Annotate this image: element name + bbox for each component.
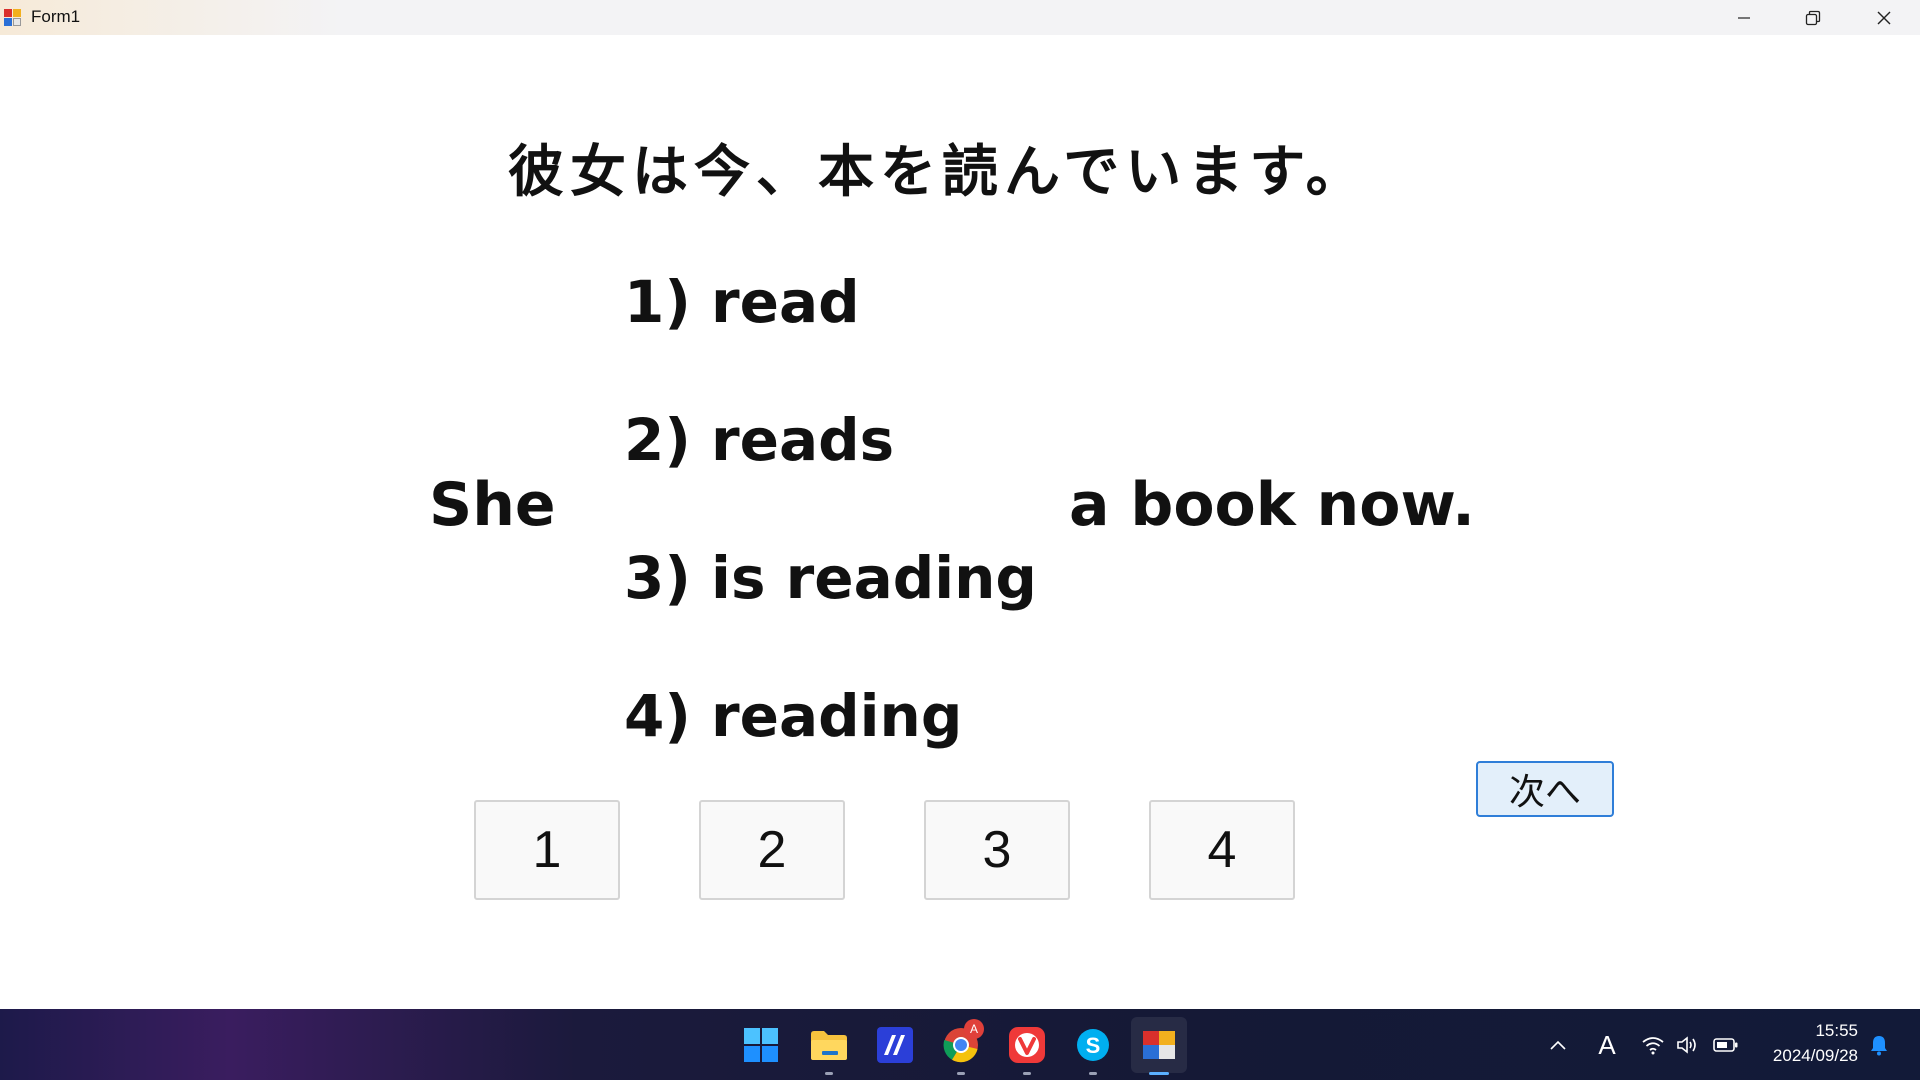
taskbar-form-app[interactable] [1131, 1017, 1187, 1075]
option-3-label: 3) is reading [624, 544, 1037, 612]
answer-button-2[interactable]: 2 [699, 800, 845, 900]
japanese-sentence: 彼女は今、本を読んでいます。 [508, 140, 1368, 205]
form-app-icon [1143, 1031, 1175, 1059]
wifi-button[interactable] [1638, 1029, 1668, 1061]
chrome-profile-badge: A [964, 1019, 984, 1039]
windows-logo-icon [744, 1028, 778, 1062]
title-bar[interactable]: Form1 [0, 0, 1920, 35]
battery-icon [1713, 1038, 1738, 1052]
option-2-label: 2) reads [624, 406, 895, 474]
wifi-icon [1642, 1037, 1664, 1055]
clock-date: 2024/09/28 [1772, 1046, 1858, 1065]
restore-button[interactable] [1778, 0, 1848, 35]
running-indicator [957, 1072, 965, 1075]
next-button[interactable]: 次へ [1476, 761, 1614, 817]
answer-button-4[interactable]: 4 [1149, 800, 1295, 900]
option-1-label: 1) read [624, 268, 860, 336]
taskbar-vivaldi[interactable] [999, 1017, 1055, 1075]
battery-button[interactable] [1711, 1029, 1741, 1061]
restore-icon [1805, 10, 1821, 25]
taskbar-skype[interactable]: S [1065, 1017, 1121, 1075]
minimize-icon [1738, 16, 1750, 19]
bell-icon [1871, 1036, 1887, 1056]
volume-button[interactable] [1672, 1029, 1702, 1061]
dev-app-icon [877, 1027, 913, 1063]
taskbar-file-explorer[interactable] [801, 1017, 857, 1075]
vivaldi-icon [1009, 1027, 1045, 1063]
running-indicator [825, 1072, 833, 1075]
taskbar-clock[interactable]: 15:55 2024/09/28 [1748, 1018, 1858, 1068]
show-hidden-icons-button[interactable] [1543, 1029, 1573, 1061]
taskbar-dev-app[interactable] [867, 1017, 923, 1073]
sentence-end: a book now. [1069, 470, 1475, 540]
app-icon[interactable] [3, 8, 23, 28]
window-title: Form1 [31, 7, 81, 26]
close-button[interactable] [1849, 0, 1919, 35]
sentence-start: She [429, 470, 556, 540]
clock-time: 15:55 [1815, 1021, 1858, 1040]
ime-indicator[interactable]: A [1592, 1029, 1622, 1061]
answer-button-3[interactable]: 3 [924, 800, 1070, 900]
speaker-icon [1677, 1036, 1696, 1054]
folder-icon [811, 1031, 847, 1060]
taskbar-chrome[interactable]: A [933, 1017, 989, 1075]
minimize-button[interactable] [1709, 0, 1779, 35]
start-button[interactable] [733, 1017, 789, 1073]
notifications-button[interactable] [1864, 1029, 1894, 1061]
running-indicator [1023, 1072, 1031, 1075]
option-4-label: 4) reading [624, 682, 963, 750]
active-indicator [1149, 1072, 1169, 1075]
answer-button-1[interactable]: 1 [474, 800, 620, 900]
svg-text:S: S [1086, 1033, 1101, 1058]
running-indicator [1089, 1072, 1097, 1075]
chevron-up-icon [1550, 1040, 1566, 1050]
close-icon [1877, 11, 1891, 24]
skype-icon: S [1077, 1029, 1109, 1061]
